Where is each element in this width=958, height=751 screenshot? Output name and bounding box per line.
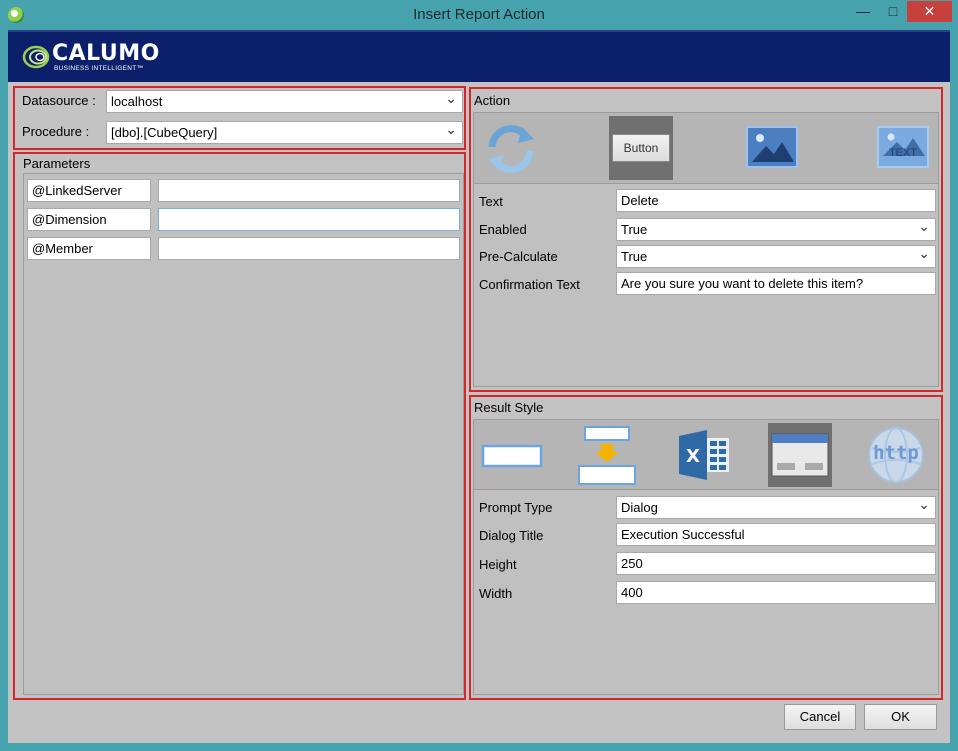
prop-label-height: Height — [479, 557, 517, 572]
ok-button[interactable]: OK — [864, 704, 937, 730]
prop-enabled-value: True — [621, 222, 648, 237]
prop-text-input[interactable]: Delete — [616, 189, 936, 212]
param-name-linkedserver: @LinkedServer — [27, 179, 151, 202]
dialog-type-tile[interactable] — [768, 423, 832, 487]
prop-enabled-select[interactable]: True — [616, 218, 936, 241]
cancel-button[interactable]: Cancel — [784, 704, 856, 730]
param-name-member: @Member — [27, 237, 151, 260]
procedure-label: Procedure : — [22, 124, 90, 139]
procedure-select[interactable]: [dbo].[CubeQuery] — [106, 121, 463, 144]
button-icon: Button — [612, 134, 670, 162]
dialog-icon — [771, 433, 829, 477]
excel-icon[interactable]: X — [679, 430, 731, 480]
prop-precalculate-value: True — [621, 249, 648, 264]
cascade-icon[interactable] — [577, 424, 639, 488]
param-name-dimension: @Dimension — [27, 208, 151, 231]
param-value-dimension[interactable] — [158, 208, 460, 231]
close-button[interactable]: ✕ — [907, 1, 952, 22]
prop-label-dialog-title: Dialog Title — [479, 528, 544, 543]
width-input[interactable]: 400 — [616, 581, 936, 604]
prop-label-precalculate: Pre-Calculate — [479, 249, 558, 264]
action-type-bar: Button TEXT — [474, 113, 938, 184]
height-input[interactable]: 250 — [616, 552, 936, 575]
prop-label-prompt-type: Prompt Type — [479, 500, 553, 515]
button-type-tile[interactable]: Button — [609, 116, 673, 180]
parameters-title: Parameters — [23, 156, 91, 171]
datasource-select[interactable]: localhost — [106, 90, 463, 113]
dialog-title-input[interactable]: Execution Successful — [616, 523, 936, 546]
image-text-label: TEXT — [888, 147, 918, 159]
image-icon[interactable] — [746, 126, 798, 168]
refresh-icon[interactable] — [484, 123, 538, 175]
window-title: Insert Report Action — [413, 6, 545, 23]
prop-precalculate-select[interactable]: True — [616, 245, 936, 268]
svg-text:X: X — [686, 446, 700, 467]
prompt-type-select[interactable]: Dialog — [616, 496, 936, 519]
minimize-button[interactable]: — — [848, 1, 878, 22]
prop-confirmation-input[interactable]: Are you sure you want to delete this ite… — [616, 272, 936, 295]
prop-label-enabled: Enabled — [479, 222, 527, 237]
result-style-title: Result Style — [474, 400, 544, 415]
maximize-button[interactable]: □ — [878, 1, 908, 22]
logo-tagline: BUSINESS INTELLIGENT™ — [54, 65, 144, 72]
result-type-bar: X http — [474, 420, 938, 490]
calumo-logo-icon — [22, 45, 50, 69]
prop-label-confirmation: Confirmation Text — [479, 277, 580, 292]
param-value-linkedserver[interactable] — [158, 179, 460, 202]
http-label: http — [873, 442, 919, 464]
action-title: Action — [474, 93, 511, 108]
prop-label-width: Width — [479, 586, 513, 601]
procedure-value: [dbo].[CubeQuery] — [111, 125, 218, 140]
logo-name: CALUMO — [52, 41, 160, 66]
datasource-label: Datasource : — [22, 93, 96, 108]
datasource-value: localhost — [111, 94, 163, 109]
param-value-member[interactable] — [158, 237, 460, 260]
header-banner: CALUMO BUSINESS INTELLIGENT™ — [8, 30, 950, 82]
prop-label-text: Text — [479, 194, 503, 209]
prompt-type-value: Dialog — [621, 500, 658, 515]
textbox-icon[interactable] — [481, 444, 543, 468]
